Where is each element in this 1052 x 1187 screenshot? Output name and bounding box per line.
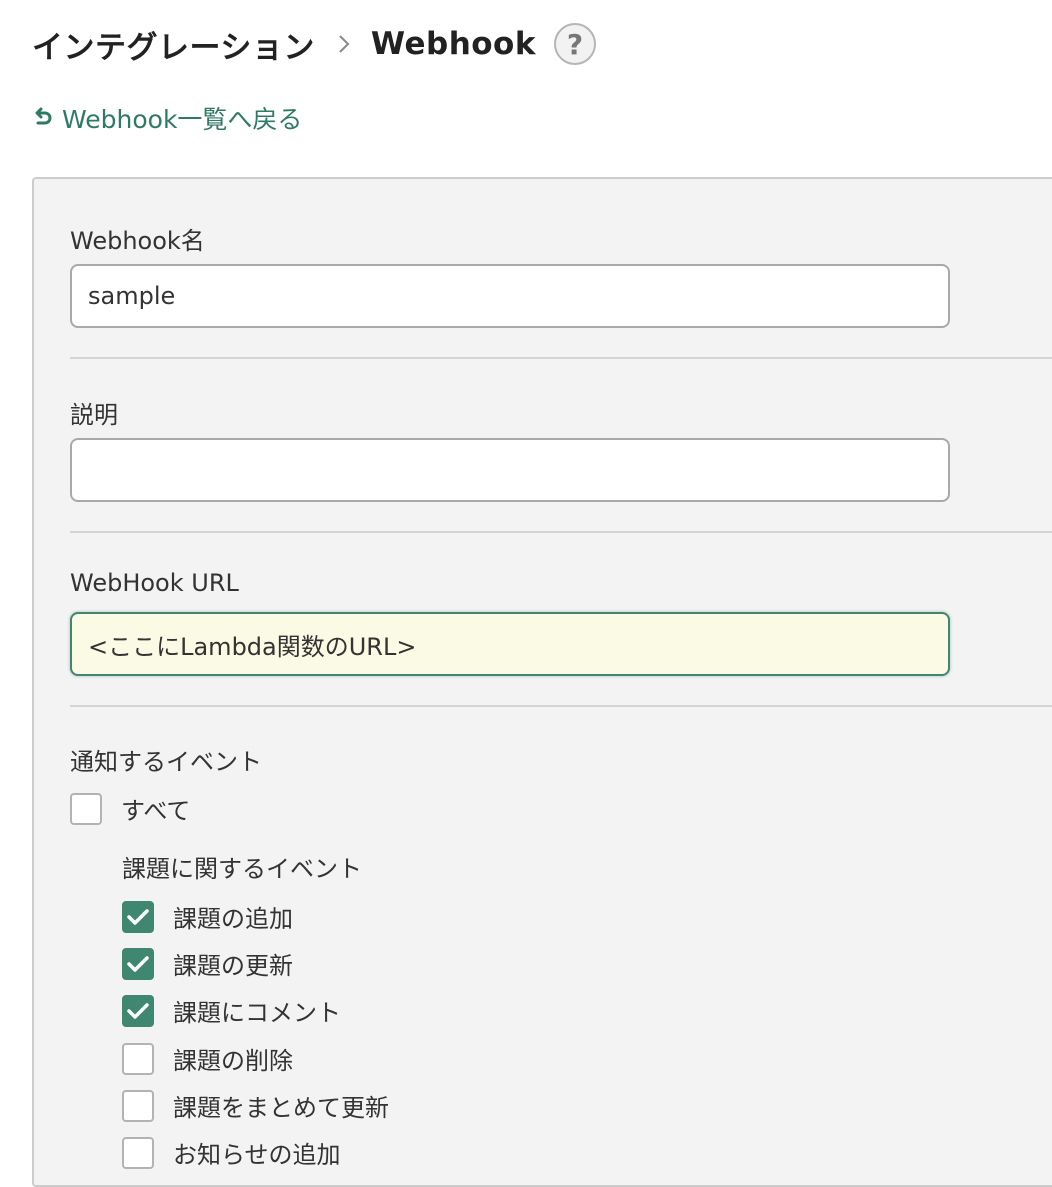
breadcrumb: インテグレーション Webhook ? (32, 18, 596, 70)
checkmark-icon (127, 955, 149, 972)
event-issue-update-row[interactable]: 課題の更新 (122, 946, 293, 981)
undo-arrow-icon (32, 107, 54, 129)
event-issue-update-checkbox[interactable] (122, 947, 154, 980)
breadcrumb-integration[interactable]: インテグレーション (32, 22, 315, 67)
event-all-label: すべて (121, 797, 191, 825)
divider (70, 705, 1052, 707)
event-issue-delete-checkbox[interactable] (122, 1042, 154, 1075)
webhook-name-label: Webhook名 (70, 227, 205, 255)
webhook-url-value: <ここにLambda関数のURL> (88, 632, 417, 661)
event-notice-add-row[interactable]: お知らせの追加 (122, 1135, 341, 1170)
event-issue-comment-row[interactable]: 課題にコメント (122, 993, 341, 1028)
webhook-form-panel: Webhook名 sample 説明 WebHook URL <ここにLambd… (32, 177, 1052, 1187)
checkmark-icon (127, 1002, 149, 1019)
back-link-label: Webhook一覧へ戻る (62, 105, 303, 134)
event-notice-add-checkbox[interactable] (122, 1136, 154, 1169)
event-all-checkbox-row[interactable]: すべて (70, 791, 190, 826)
event-issue-comment-checkbox[interactable] (122, 994, 154, 1027)
question-circle-icon[interactable]: ? (553, 23, 596, 65)
event-issue-add-label: 課題の追加 (173, 905, 293, 933)
event-issue-delete-label: 課題の削除 (173, 1047, 293, 1075)
event-issue-bulk-update-checkbox[interactable] (122, 1089, 154, 1122)
event-notice-add-label: お知らせの追加 (173, 1141, 341, 1169)
back-to-webhook-list-link[interactable]: Webhook一覧へ戻る (32, 100, 302, 136)
webhook-name-value: sample (88, 282, 176, 310)
event-issue-bulk-update-label: 課題をまとめて更新 (173, 1094, 389, 1122)
issue-events-group-label: 課題に関するイベント (122, 855, 362, 883)
events-label: 通知するイベント (70, 748, 262, 776)
event-all-checkbox[interactable] (70, 792, 102, 825)
event-issue-add-checkbox[interactable] (122, 900, 154, 933)
webhook-url-input[interactable]: <ここにLambda関数のURL> (70, 612, 950, 676)
event-issue-add-row[interactable]: 課題の追加 (122, 899, 293, 934)
description-label: 説明 (70, 401, 118, 429)
divider (70, 531, 1052, 533)
description-input[interactable] (70, 438, 950, 502)
chevron-right-icon (337, 32, 351, 56)
event-issue-comment-label: 課題にコメント (173, 999, 341, 1027)
page-title: Webhook (370, 26, 536, 62)
event-issue-bulk-update-row[interactable]: 課題をまとめて更新 (122, 1088, 389, 1123)
event-issue-delete-row[interactable]: 課題の削除 (122, 1041, 293, 1076)
event-issue-update-label: 課題の更新 (173, 952, 293, 980)
webhook-url-label: WebHook URL (70, 569, 239, 597)
divider (70, 357, 1052, 359)
webhook-name-input[interactable]: sample (70, 264, 950, 328)
checkmark-icon (127, 908, 149, 925)
